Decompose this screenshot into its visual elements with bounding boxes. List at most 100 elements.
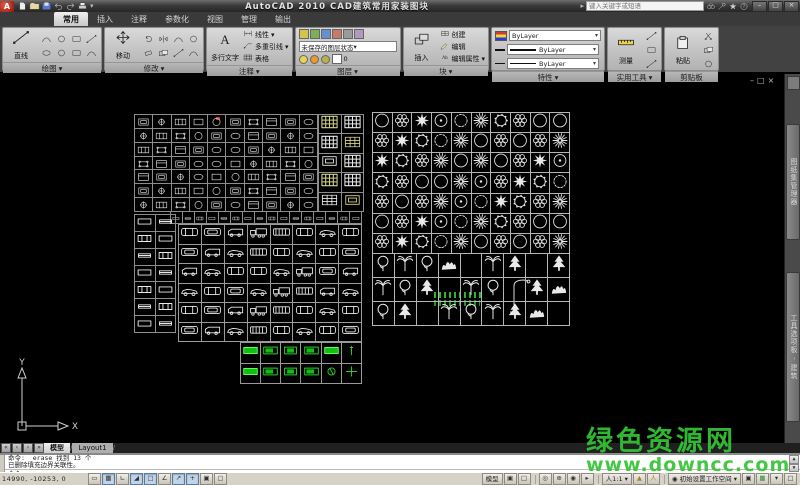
编辑-button[interactable]: 编辑 xyxy=(440,41,486,52)
erase-button[interactable] xyxy=(141,46,155,59)
search-input[interactable] xyxy=(586,1,704,11)
lwt-toggle[interactable]: ▣ xyxy=(200,473,213,485)
创建-button[interactable]: 创建 xyxy=(440,29,486,40)
annotation-autoscale-icon[interactable]: 人 xyxy=(647,473,660,485)
matchprop-button[interactable] xyxy=(701,57,715,70)
autocad-logo-icon[interactable]: A xyxy=(0,1,14,12)
tab-参数化[interactable]: 参数化 xyxy=(156,12,198,26)
多重引线-button[interactable]: 多重引线▾ xyxy=(243,41,289,52)
直线-button[interactable]: 直线 xyxy=(6,29,36,61)
scroll-down-icon[interactable]: ▼ xyxy=(789,464,799,473)
tab-nav-icon[interactable]: ‹ xyxy=(12,443,22,453)
model-space-button[interactable]: 模型 xyxy=(482,473,503,485)
restore-button[interactable]: □ xyxy=(768,1,783,12)
close-button[interactable]: × xyxy=(784,1,799,12)
quickselect-button[interactable] xyxy=(644,57,658,70)
minimize-button[interactable]: – xyxy=(752,1,767,12)
测量-button[interactable]: 测量 xyxy=(611,34,641,66)
annotation-visibility-icon[interactable]: ▲ xyxy=(633,473,646,485)
tab-nav-icon[interactable]: » xyxy=(34,443,44,453)
drawing-canvas[interactable]: – □ × Y X xyxy=(0,74,785,443)
save-icon[interactable] xyxy=(41,1,52,11)
quickview-layouts-icon[interactable]: ▣ xyxy=(504,473,517,485)
tab-视图[interactable]: 视图 xyxy=(198,12,232,26)
tool-palettes-tab[interactable]: 工具选项板 - 建筑 xyxy=(786,272,800,422)
grid-toggle[interactable]: ▦ xyxy=(102,473,115,485)
current-layer-row[interactable]: 0 xyxy=(299,54,397,64)
tab-管理[interactable]: 管理 xyxy=(232,12,266,26)
polar-toggle[interactable]: ◢ xyxy=(130,473,143,485)
otrack-toggle[interactable]: ∠ xyxy=(158,473,171,485)
osnap-toggle[interactable]: □ xyxy=(144,473,157,485)
copy-button[interactable] xyxy=(156,46,170,59)
workspace-switch-button[interactable]: ◉ 初始设置工作空间 ▾ xyxy=(668,473,741,485)
qat-more-icon[interactable]: ▾ xyxy=(88,2,96,10)
sheet-set-manager-tab[interactable]: 图纸集管理器 xyxy=(786,124,800,240)
sheet-tab-Layout1[interactable]: Layout1 xyxy=(72,443,112,453)
ellipse-button[interactable] xyxy=(39,46,53,59)
quickview-drawings-icon[interactable]: □ xyxy=(518,473,531,485)
command-resize-handle[interactable] xyxy=(0,455,5,472)
移动-button[interactable]: 移动 xyxy=(108,29,138,61)
layer-lock-icon[interactable] xyxy=(354,29,364,39)
command-window[interactable]: 命令: _erase 找到 13 个 已删除填充边界关联性。 命令: ▲ ▼ xyxy=(0,453,800,472)
layer-iso-icon[interactable] xyxy=(332,29,342,39)
doc-restore-button[interactable]: □ xyxy=(757,76,765,85)
status-menu-icon[interactable]: ▾ xyxy=(770,473,783,485)
pan-icon[interactable]: ◎ xyxy=(539,473,552,485)
tab-插入[interactable]: 插入 xyxy=(88,12,122,26)
layer-props-icon[interactable] xyxy=(299,29,309,39)
open-file-icon[interactable] xyxy=(29,1,40,11)
doc-close-button[interactable]: × xyxy=(768,76,775,85)
编辑属性-button[interactable]: Ab编辑属性▾ xyxy=(440,53,486,64)
zoom-icon[interactable]: ⊕ xyxy=(553,473,566,485)
clean-screen-icon[interactable]: □ xyxy=(784,473,797,485)
performance-icon[interactable]: ▦ xyxy=(756,473,769,485)
ducs-toggle[interactable]: ↗ xyxy=(172,473,185,485)
tab-nav-icon[interactable]: « xyxy=(1,443,11,453)
多行文字-button[interactable]: A多行文字 xyxy=(210,31,240,63)
tab-输出[interactable]: 输出 xyxy=(266,12,300,26)
command-scrollbar[interactable]: ▲ ▼ xyxy=(789,455,799,472)
dyn-toggle[interactable]: + xyxy=(186,473,199,485)
tab-注释[interactable]: 注释 xyxy=(122,12,156,26)
help-icon[interactable]: ? xyxy=(739,1,749,11)
sheet-tab-模型[interactable]: 模型 xyxy=(44,443,70,453)
表格-button[interactable]: 表格 xyxy=(243,53,289,64)
doc-minimize-button[interactable]: – xyxy=(750,76,754,85)
steeringwheel-icon[interactable]: ◉ xyxy=(567,473,580,485)
new-file-icon[interactable] xyxy=(17,1,28,11)
toolbar-lock-icon[interactable]: ▣ xyxy=(742,473,755,485)
layer-off-icon[interactable] xyxy=(343,29,353,39)
tab-常用[interactable]: 常用 xyxy=(54,12,88,26)
infocenter-expand-icon[interactable]: ▸ xyxy=(578,2,586,10)
lineweight-dropdown[interactable]: ByLayer▾ xyxy=(507,44,599,55)
tab-nav-icon[interactable]: › xyxy=(23,443,33,453)
layer-state-dropdown[interactable]: 未保存的图层状态▾ xyxy=(299,41,397,52)
wrench-icon[interactable] xyxy=(717,1,727,11)
color-dropdown[interactable]: ByLayer▾ xyxy=(509,30,601,41)
layer-prev-icon[interactable] xyxy=(321,29,331,39)
linetype-dropdown[interactable]: ByLayer▾ xyxy=(507,58,599,69)
undo-icon[interactable] xyxy=(53,1,64,11)
snap-toggle[interactable]: ▭ xyxy=(88,473,101,485)
插入-button[interactable]: 插入 xyxy=(407,31,437,63)
layer-match-icon[interactable] xyxy=(310,29,320,39)
offset-button[interactable] xyxy=(186,46,200,59)
ortho-toggle[interactable]: ∟ xyxy=(116,473,129,485)
qp-toggle[interactable]: ▢ xyxy=(214,473,227,485)
revcloud-button[interactable] xyxy=(69,46,83,59)
binoculars-icon[interactable] xyxy=(706,1,716,11)
annotation-scale-button[interactable]: 人1:1 ▾ xyxy=(602,473,632,485)
star-icon[interactable] xyxy=(728,1,738,11)
scroll-up-icon[interactable]: ▲ xyxy=(789,455,799,464)
redo-icon[interactable] xyxy=(65,1,76,11)
线性-button[interactable]: 线性▾ xyxy=(243,29,289,40)
stretch-button[interactable] xyxy=(171,46,185,59)
spline-button[interactable] xyxy=(84,46,98,59)
pline-button[interactable] xyxy=(54,46,68,59)
粘贴-button[interactable]: 粘贴 xyxy=(668,34,698,66)
palette-collapse-icon[interactable] xyxy=(787,76,800,90)
showmotion-icon[interactable]: ▸ xyxy=(581,473,594,485)
plot-icon[interactable] xyxy=(77,1,88,11)
